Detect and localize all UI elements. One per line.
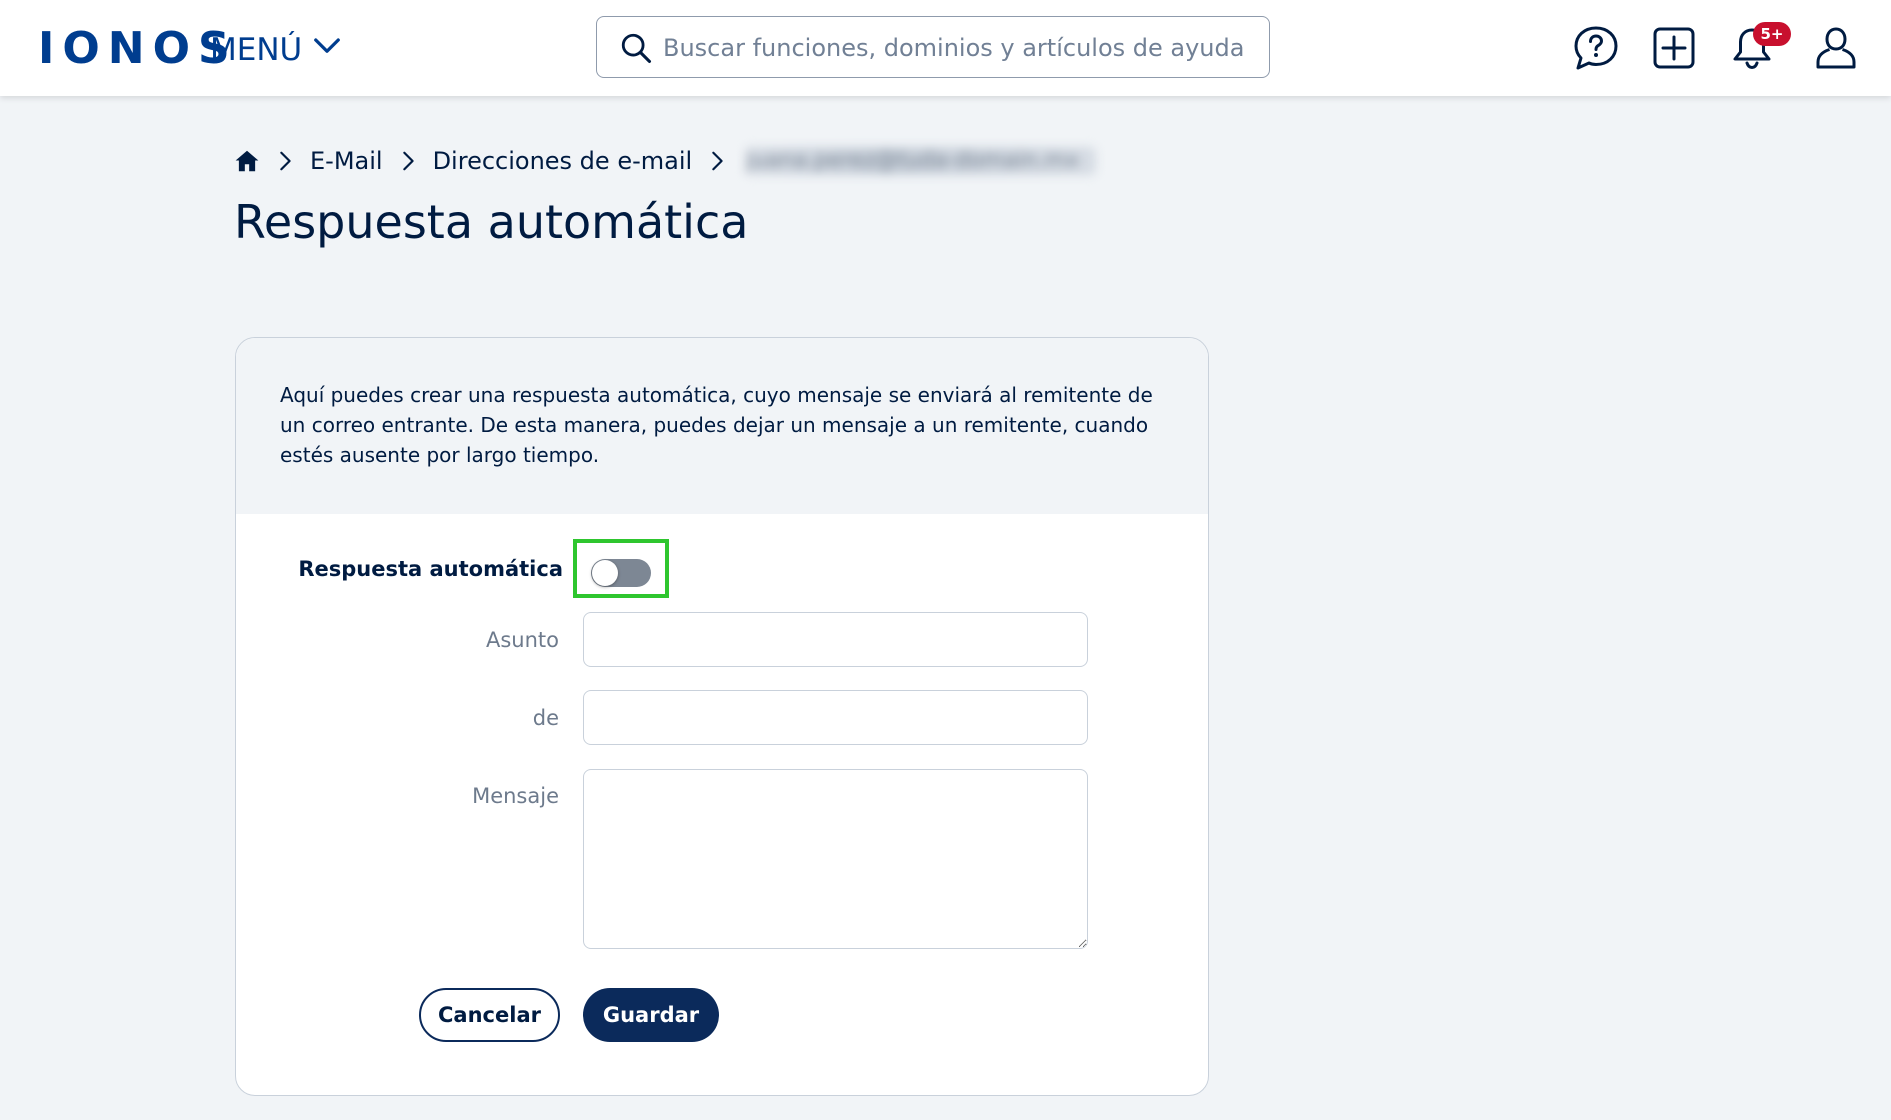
page-title: Respuesta automática: [234, 195, 749, 249]
top-header: IONOS MENÚ 5+: [0, 0, 1891, 96]
user-icon: [1816, 27, 1856, 69]
chevron-down-icon: [312, 30, 342, 70]
chevron-right-icon: [260, 150, 310, 172]
message-label: Mensaje: [472, 784, 559, 808]
subject-input[interactable]: [583, 612, 1088, 667]
chevron-right-icon: [692, 150, 742, 172]
from-label: de: [532, 706, 559, 730]
add-button[interactable]: [1648, 22, 1700, 74]
menu-label: MENÚ: [210, 32, 303, 68]
breadcrumb-addresses-link[interactable]: Direcciones de e-mail: [433, 147, 693, 175]
cancel-button[interactable]: Cancelar: [419, 988, 560, 1042]
subject-label: Asunto: [485, 628, 559, 652]
toggle-knob: [592, 560, 618, 586]
message-textarea[interactable]: [583, 769, 1088, 949]
account-button[interactable]: [1810, 22, 1862, 74]
intro-text: Aquí puedes crear una respuesta automáti…: [280, 383, 1153, 467]
search-box: [596, 16, 1270, 78]
breadcrumb: E-Mail Direcciones de e-mail juana.perez…: [234, 144, 1097, 178]
chevron-right-icon: [383, 150, 433, 172]
autoreply-toggle[interactable]: [591, 559, 651, 587]
help-chat-icon: [1574, 26, 1618, 70]
help-chat-button[interactable]: [1570, 22, 1622, 74]
toggle-highlight: [573, 539, 669, 598]
menu-button[interactable]: MENÚ: [210, 30, 342, 70]
ionos-logo[interactable]: IONOS: [38, 26, 238, 72]
save-button[interactable]: Guardar: [583, 988, 719, 1042]
from-input[interactable]: [583, 690, 1088, 745]
search-input[interactable]: [661, 25, 1255, 71]
breadcrumb-current-address: juana.perez@tuda-domain.mx: [746, 147, 1097, 175]
notifications-badge: 5+: [1753, 22, 1791, 46]
breadcrumb-email-link[interactable]: E-Mail: [310, 147, 383, 175]
autoreply-card: Aquí puedes crear una respuesta automáti…: [235, 337, 1209, 1096]
intro-panel: Aquí puedes crear una respuesta automáti…: [236, 338, 1208, 514]
search-icon: [621, 33, 652, 64]
autoreply-toggle-label: Respuesta automática: [298, 557, 563, 581]
plus-square-icon: [1653, 27, 1695, 69]
home-icon[interactable]: [234, 148, 260, 174]
